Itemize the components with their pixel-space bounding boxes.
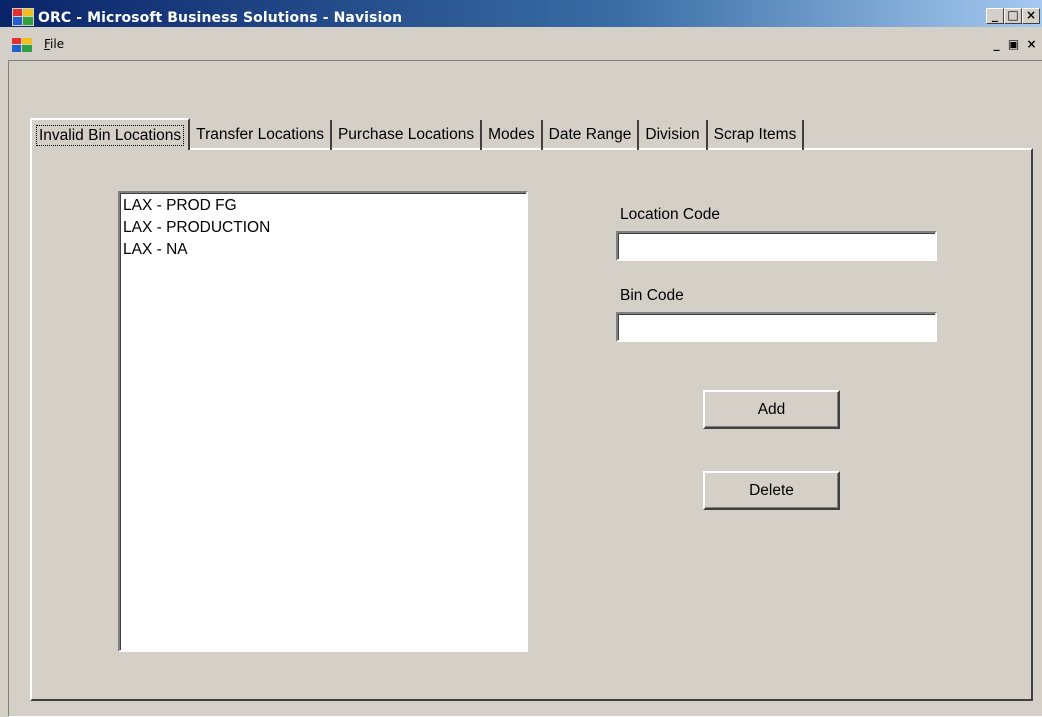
mdi-restore-icon: ▣ bbox=[1007, 37, 1020, 51]
tab-label: Modes bbox=[488, 126, 535, 143]
list-item[interactable]: LAX - PROD FG bbox=[123, 195, 526, 217]
bin-code-label: Bin Code bbox=[620, 287, 684, 304]
minimize-icon: _ bbox=[992, 8, 998, 22]
bin-code-input[interactable] bbox=[616, 312, 937, 342]
invalid-bin-locations-list[interactable]: LAX - PROD FG LAX - PRODUCTION LAX - NA bbox=[118, 191, 528, 652]
tab-label: Date Range bbox=[548, 126, 632, 143]
tab-label: Transfer Locations bbox=[196, 126, 324, 143]
maximize-button[interactable]: □ bbox=[1004, 8, 1022, 24]
tab-label: Scrap Items bbox=[713, 126, 797, 143]
tab-label: Invalid Bin Locations bbox=[35, 125, 185, 146]
location-code-input[interactable] bbox=[616, 231, 937, 261]
tab-scrap-items[interactable]: Scrap Items bbox=[708, 120, 805, 150]
mdi-minimize-button[interactable]: _ bbox=[988, 37, 1005, 52]
title-bar[interactable]: ORC - Microsoft Business Solutions - Nav… bbox=[0, 0, 1042, 27]
tab-purchase-locations[interactable]: Purchase Locations bbox=[332, 120, 483, 150]
location-code-label: Location Code bbox=[620, 206, 720, 223]
mdi-close-button[interactable]: × bbox=[1023, 37, 1040, 52]
close-button[interactable]: × bbox=[1022, 8, 1040, 24]
window-title: ORC - Microsoft Business Solutions - Nav… bbox=[38, 10, 403, 26]
tab-label: Purchase Locations bbox=[337, 126, 475, 143]
menu-file[interactable]: File bbox=[44, 37, 64, 51]
mdi-close-icon: × bbox=[1026, 37, 1037, 51]
tab-strip: Invalid Bin Locations Transfer Locations… bbox=[30, 118, 805, 150]
mdi-restore-button[interactable]: ▣ bbox=[1005, 37, 1022, 52]
add-button[interactable]: Add bbox=[703, 390, 840, 429]
tab-invalid-bin-locations[interactable]: Invalid Bin Locations bbox=[30, 118, 191, 150]
delete-button[interactable]: Delete bbox=[703, 471, 840, 510]
mdi-child-icon[interactable] bbox=[12, 38, 34, 52]
list-item[interactable]: LAX - NA bbox=[123, 239, 526, 261]
menu-bar: File _ ▣ × bbox=[0, 27, 1042, 59]
tab-division[interactable]: Division bbox=[639, 120, 708, 150]
tab-label: Division bbox=[645, 126, 700, 143]
menu-file-label: ile bbox=[50, 37, 65, 51]
list-item[interactable]: LAX - PRODUCTION bbox=[123, 217, 526, 239]
tab-date-range[interactable]: Date Range bbox=[543, 120, 640, 150]
mdi-minimize-icon: _ bbox=[993, 37, 1000, 51]
close-icon: × bbox=[1025, 8, 1037, 22]
minimize-button[interactable]: _ bbox=[986, 8, 1004, 24]
tab-modes[interactable]: Modes bbox=[482, 120, 543, 150]
tab-transfer-locations[interactable]: Transfer Locations bbox=[190, 120, 332, 150]
navision-app-icon bbox=[12, 8, 34, 26]
maximize-icon: □ bbox=[1007, 8, 1019, 22]
